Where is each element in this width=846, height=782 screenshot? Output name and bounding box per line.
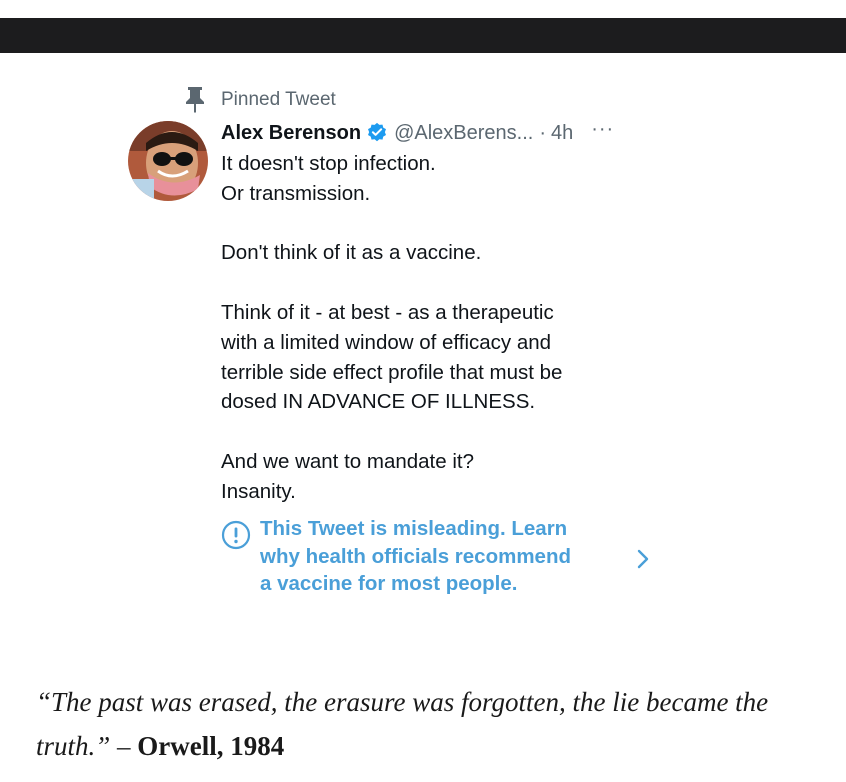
tweet-text: It doesn't stop infection. Or transmissi… [221,149,661,507]
more-options-icon[interactable]: ··· [591,118,614,141]
avatar[interactable] [128,121,208,201]
tweet-line: Think of it - at best - as a therapeutic [221,300,554,324]
info-circle-icon [221,520,251,550]
top-bar [0,18,846,53]
misleading-tweet-notice[interactable]: This Tweet is misleading. Learn why heal… [221,515,661,605]
quote-dash: – [110,731,138,761]
avatar-photo [128,121,208,201]
quote-author: Orwell, 1984 [137,731,285,761]
tweet-line: Don't think of it as a vaccine. [221,241,482,265]
tweet-line: It doesn't stop infection. [221,152,436,175]
author-handle[interactable]: @AlexBerens... [394,122,533,145]
tweet-line: Or transmission. [221,181,371,205]
tweet-line: dosed IN ADVANCE OF ILLNESS. [221,390,536,414]
tweet-line: terrible side effect profile that must b… [221,360,563,384]
tweet-paragraph: Think of it - at best - as a therapeutic… [221,298,661,417]
tweet-line: with a limited window of efficacy and [221,330,552,354]
pinned-tweet-label: Pinned Tweet [221,89,336,110]
notice-line: why health officials recommend [260,544,571,568]
orwell-quote: “The past was erased, the erasure was fo… [36,680,826,768]
verified-badge-icon [368,122,387,142]
tweet-paragraph: And we want to mandate it? Insanity. [221,447,661,507]
pin-icon [186,87,204,113]
chevron-right-icon[interactable] [635,548,651,570]
tweet-line: Insanity. [221,479,296,503]
tweet-paragraph: Don't think of it as a vaccine. [221,238,661,268]
notice-line: This Tweet is misleading. Learn [260,517,568,540]
pinned-tweet-row: Pinned Tweet [183,85,336,113]
tweet-header: Alex Berenson @AlexBerens... · 4h ··· [221,118,614,148]
tweet-timestamp[interactable]: 4h [551,122,573,145]
author-display-name[interactable]: Alex Berenson [221,122,361,145]
notice-link-text[interactable]: This Tweet is misleading. Learn why heal… [260,515,620,598]
tweet-line: And we want to mandate it? [221,449,474,473]
separator-dot: · [539,121,546,144]
notice-line: a vaccine for most people. [260,572,518,595]
tweet-paragraph: It doesn't stop infection. Or transmissi… [221,149,661,209]
